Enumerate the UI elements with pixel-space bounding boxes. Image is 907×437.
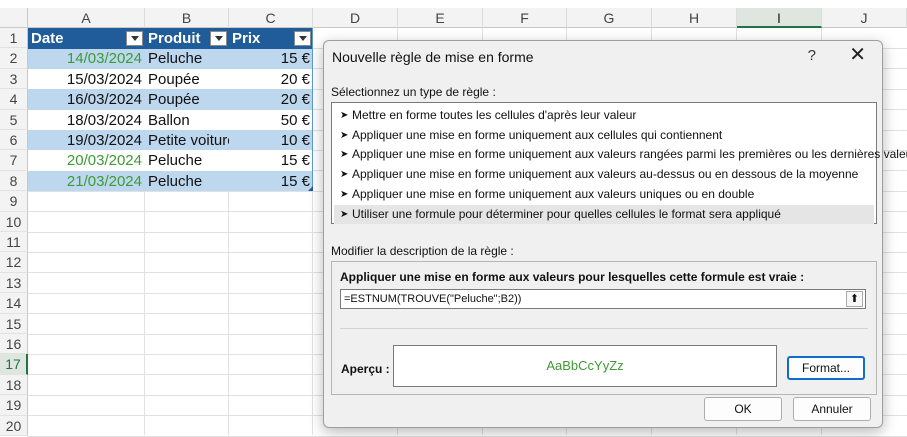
price-cell[interactable]: 50 €: [229, 110, 313, 130]
arrow-icon: ➤: [340, 129, 349, 141]
row-header-15[interactable]: 15: [0, 313, 28, 334]
date-cell[interactable]: 15/03/2024: [28, 69, 145, 89]
product-cell[interactable]: Petite voiture: [145, 130, 229, 150]
row-header-12[interactable]: 12: [0, 252, 28, 273]
formula-input[interactable]: =ESTNUM(TROUVE("Peluche";B2)) ⬆: [340, 289, 866, 309]
row-header-20[interactable]: 20: [0, 415, 28, 436]
product-cell[interactable]: Poupée: [145, 89, 229, 109]
conditional-format-dialog: Nouvelle règle de mise en forme ? ✕ Séle…: [323, 40, 907, 428]
gridline: [28, 435, 907, 437]
filter-dropdown-icon[interactable]: [126, 31, 143, 46]
help-icon[interactable]: ?: [808, 47, 816, 64]
row-header-16[interactable]: 16: [0, 334, 28, 355]
row-header-5[interactable]: 5: [0, 109, 28, 130]
rule-type-label: Sélectionnez un type de règle :: [331, 85, 496, 99]
format-button[interactable]: Format...: [787, 356, 865, 380]
rule-type-label: Utiliser une formule pour déterminer pou…: [352, 206, 781, 221]
rule-type-item[interactable]: ➤ Appliquer une mise en forme uniquement …: [334, 185, 874, 204]
rule-type-item[interactable]: ➤ Appliquer une mise en forme uniquement …: [334, 126, 874, 145]
rule-type-label: Appliquer une mise en forme uniquement a…: [352, 147, 907, 162]
rule-type-item[interactable]: ➤ Utiliser une formule pour déterminer po…: [334, 204, 874, 224]
date-cell[interactable]: 19/03/2024: [28, 130, 145, 150]
price-cell[interactable]: 10 €: [229, 130, 313, 150]
rule-description-box: Appliquer une mise en forme aux valeurs …: [331, 261, 877, 395]
row-header-1[interactable]: 1: [0, 28, 28, 49]
filter-dropdown-icon[interactable]: [210, 31, 227, 46]
table-border: [312, 28, 313, 191]
divider: [340, 328, 868, 329]
arrow-icon: ➤: [340, 208, 349, 220]
table-resize-handle[interactable]: [308, 186, 313, 191]
format-preview: AaBbCcYyZz: [393, 345, 777, 387]
column-header-b[interactable]: B: [145, 8, 229, 28]
date-cell[interactable]: 18/03/2024: [28, 110, 145, 130]
rule-type-item[interactable]: ➤ Appliquer une mise en forme uniquement …: [334, 145, 907, 164]
row-header-11[interactable]: 11: [0, 232, 28, 253]
row-header-3[interactable]: 3: [0, 68, 28, 90]
column-header-f[interactable]: F: [483, 8, 567, 28]
row-header-19[interactable]: 19: [0, 395, 28, 416]
product-cell[interactable]: Peluche: [145, 48, 229, 68]
row-header-14[interactable]: 14: [0, 293, 28, 314]
filter-dropdown-icon[interactable]: [294, 31, 311, 46]
dialog-title: Nouvelle règle de mise en forme: [332, 49, 534, 65]
preview-label: Aperçu :: [341, 362, 390, 376]
cancel-button[interactable]: Annuler: [793, 397, 871, 421]
row-header-18[interactable]: 18: [0, 374, 28, 396]
row-header-8[interactable]: 8: [0, 170, 28, 192]
date-cell[interactable]: 21/03/2024: [28, 171, 145, 191]
column-header-i[interactable]: I: [737, 8, 822, 28]
price-cell[interactable]: 15 €: [229, 48, 313, 68]
close-icon[interactable]: ✕: [849, 45, 866, 65]
rule-type-label: Appliquer une mise en forme uniquement a…: [352, 127, 723, 142]
product-cell[interactable]: Peluche: [145, 150, 229, 170]
product-cell[interactable]: Ballon: [145, 110, 229, 130]
column-header-e[interactable]: E: [398, 8, 483, 28]
formula-title: Appliquer une mise en forme aux valeurs …: [340, 270, 805, 284]
date-cell[interactable]: 16/03/2024: [28, 89, 145, 109]
formula-text: =ESTNUM(TROUVE("Peluche";B2)): [344, 293, 522, 305]
arrow-icon: ➤: [340, 149, 349, 161]
date-cell[interactable]: 20/03/2024: [28, 150, 145, 170]
product-cell[interactable]: Poupée: [145, 69, 229, 89]
column-header-j[interactable]: J: [822, 8, 907, 28]
rule-type-item[interactable]: ➤ Appliquer une mise en forme uniquement …: [334, 165, 874, 184]
price-cell[interactable]: 15 €: [229, 150, 313, 170]
row-header-7[interactable]: 7: [0, 150, 28, 171]
column-header-a[interactable]: A: [28, 8, 145, 28]
arrow-icon: ➤: [340, 188, 349, 200]
collapse-dialog-icon[interactable]: ⬆: [846, 291, 863, 307]
column-header-h[interactable]: H: [652, 8, 737, 28]
arrow-icon: ➤: [340, 110, 349, 121]
arrow-icon: ➤: [340, 169, 349, 181]
row-header-10[interactable]: 10: [0, 211, 28, 232]
row-header-2[interactable]: 2: [0, 48, 28, 69]
select-all-corner[interactable]: [0, 8, 28, 28]
rule-type-label: Mettre en forme toutes les cellules d'ap…: [352, 108, 637, 122]
row-header-4[interactable]: 4: [0, 89, 28, 110]
price-cell[interactable]: 20 €: [229, 69, 313, 89]
price-cell[interactable]: 15 €: [229, 171, 313, 191]
rule-type-label: Appliquer une mise en forme uniquement a…: [352, 167, 859, 182]
row-header-6[interactable]: 6: [0, 130, 28, 151]
row-header-17[interactable]: 17: [0, 354, 28, 375]
rule-type-list[interactable]: ➤ Mettre en forme toutes les cellules d'a…: [331, 102, 907, 224]
column-header-d[interactable]: D: [313, 8, 398, 28]
date-cell[interactable]: 14/03/2024: [28, 48, 145, 68]
description-label: Modifier la description de la règle :: [331, 244, 514, 258]
product-cell[interactable]: Peluche: [145, 171, 229, 191]
row-header-9[interactable]: 9: [0, 191, 28, 212]
price-cell[interactable]: 20 €: [229, 89, 313, 109]
column-header-c[interactable]: C: [229, 8, 313, 28]
row-header-13[interactable]: 13: [0, 272, 28, 294]
rule-type-label: Appliquer une mise en forme uniquement a…: [352, 186, 755, 201]
rule-type-item[interactable]: ➤ Mettre en forme toutes les cellules d'a…: [334, 106, 874, 125]
ok-button[interactable]: OK: [704, 397, 782, 421]
column-header-g[interactable]: G: [567, 8, 652, 28]
